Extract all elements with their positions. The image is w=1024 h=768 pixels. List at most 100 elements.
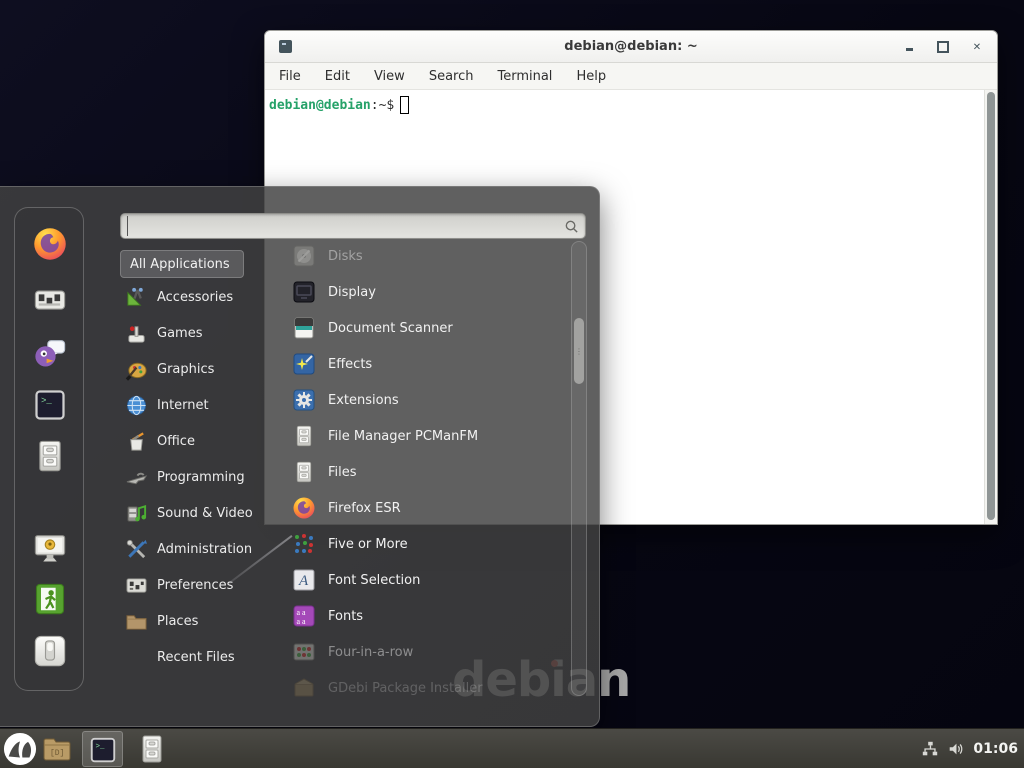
lock-screen-icon[interactable] — [32, 530, 68, 566]
prompt-suffix: :~$ — [371, 98, 394, 113]
application-menu: >_ All Applications Accessories Games Gr… — [0, 186, 600, 727]
app-item-fonts[interactable]: a aa a Fonts — [282, 598, 570, 634]
volume-icon[interactable] — [947, 740, 965, 758]
svg-text:>_: >_ — [96, 743, 106, 751]
menu-file[interactable]: File — [279, 69, 301, 84]
app-item-four-in-a-row[interactable]: Four-in-a-row — [282, 634, 570, 670]
menu-button[interactable] — [3, 732, 37, 766]
close-icon[interactable]: ✕ — [971, 41, 983, 53]
svg-text:A: A — [298, 573, 309, 589]
apps-scrollbar-thumb[interactable]: ⋮ — [574, 318, 584, 384]
menu-edit[interactable]: Edit — [325, 69, 350, 84]
app-label: Font Selection — [328, 573, 420, 588]
category-sound-video[interactable]: Sound & Video — [120, 495, 272, 531]
app-label: Display — [328, 285, 376, 300]
category-games[interactable]: Games — [120, 315, 272, 351]
category-label: Internet — [157, 398, 209, 413]
file-cabinet-icon — [136, 733, 168, 765]
terminal-title: debian@debian: ~ — [265, 39, 997, 54]
menu-search[interactable]: Search — [429, 69, 474, 84]
category-programming[interactable]: Programming — [120, 459, 272, 495]
category-label: Places — [157, 614, 198, 629]
terminal-icon: >_ — [88, 735, 118, 765]
category-places[interactable]: Places — [120, 603, 272, 639]
category-label: Games — [157, 326, 202, 341]
app-label: Firefox ESR — [328, 501, 401, 516]
terminal-scrollbar-thumb[interactable] — [987, 92, 995, 520]
category-label: Programming — [157, 470, 245, 485]
preferences-icon — [125, 574, 148, 597]
app-item-gdebi[interactable]: GDebi Package Installer — [282, 670, 570, 706]
log-out-icon[interactable] — [32, 581, 68, 617]
app-label: Extensions — [328, 393, 399, 408]
clock[interactable]: 01:06 — [973, 741, 1018, 757]
terminal-cursor — [400, 96, 409, 114]
category-internet[interactable]: Internet — [120, 387, 272, 423]
terminal-titlebar[interactable]: debian@debian: ~ ✕ — [265, 31, 997, 63]
all-applications-label: All Applications — [130, 257, 230, 272]
firefox-favorite-icon[interactable] — [32, 226, 68, 262]
minimize-icon[interactable] — [903, 41, 915, 53]
svg-text:[D]: [D] — [50, 749, 64, 758]
app-item-firefox-esr[interactable]: Firefox ESR — [282, 490, 570, 526]
programming-icon — [125, 466, 148, 489]
app-item-disks[interactable]: Disks — [282, 238, 570, 274]
svg-text:>_: >_ — [41, 396, 52, 406]
app-label: Effects — [328, 357, 372, 372]
menu-terminal[interactable]: Terminal — [497, 69, 552, 84]
search-input[interactable] — [127, 216, 564, 236]
category-label: Sound & Video — [157, 506, 253, 521]
accessories-icon — [125, 286, 148, 309]
terminal-launcher-active[interactable]: >_ — [82, 731, 123, 767]
file-cabinet-icon — [292, 460, 316, 484]
file-manager-folder-launcher[interactable]: [D] — [41, 733, 73, 765]
app-label: Document Scanner — [328, 321, 453, 336]
network-icon[interactable] — [921, 740, 939, 758]
shut-down-icon[interactable] — [32, 633, 68, 669]
category-graphics[interactable]: Graphics — [120, 351, 272, 387]
category-recent-files[interactable]: Recent Files — [120, 639, 272, 675]
svg-text:a a: a a — [297, 617, 307, 626]
pidgin-icon[interactable] — [32, 335, 68, 371]
app-item-font-selection[interactable]: A Font Selection — [282, 562, 570, 598]
fonts-icon: a aa a — [292, 604, 316, 628]
category-office[interactable]: Office — [120, 423, 272, 459]
administration-icon — [125, 538, 148, 561]
file-cabinet-launcher[interactable] — [136, 733, 168, 765]
file-manager-favorite-icon[interactable] — [32, 438, 68, 474]
category-preferences[interactable]: Preferences — [120, 567, 272, 603]
terminal-window-icon — [279, 40, 292, 53]
games-icon — [125, 322, 148, 345]
menu-search-box — [120, 213, 586, 239]
firefox-icon — [292, 496, 316, 520]
file-cabinet-icon — [292, 424, 316, 448]
app-item-five-or-more[interactable]: Five or More — [282, 526, 570, 562]
terminal-menubar: File Edit View Search Terminal Help — [265, 63, 997, 90]
menu-help[interactable]: Help — [576, 69, 606, 84]
input-settings-icon[interactable] — [32, 282, 68, 318]
category-administration[interactable]: Administration — [120, 531, 272, 567]
app-item-extensions[interactable]: Extensions — [282, 382, 570, 418]
app-label: Fonts — [328, 609, 363, 624]
menu-view[interactable]: View — [374, 69, 405, 84]
app-label: Five or More — [328, 537, 408, 552]
app-item-document-scanner[interactable]: Document Scanner — [282, 310, 570, 346]
terminal-favorite-icon[interactable]: >_ — [32, 387, 68, 423]
document-scanner-icon — [292, 316, 316, 340]
five-or-more-icon — [292, 532, 316, 556]
disks-icon — [292, 244, 316, 268]
gdebi-package-icon — [292, 676, 316, 700]
terminal-scrollbar[interactable] — [984, 90, 997, 524]
app-item-files[interactable]: Files — [282, 454, 570, 490]
app-item-display[interactable]: Display — [282, 274, 570, 310]
apps-scrollbar[interactable]: ⋮ — [571, 241, 587, 696]
app-item-effects[interactable]: Effects — [282, 346, 570, 382]
extensions-icon — [292, 388, 316, 412]
app-label: Disks — [328, 249, 363, 264]
maximize-icon[interactable] — [937, 41, 949, 53]
all-applications-button[interactable]: All Applications — [120, 250, 244, 278]
category-accessories[interactable]: Accessories — [120, 279, 272, 315]
prompt-user-host: debian@debian — [269, 98, 371, 113]
app-item-file-manager-pcmanfm[interactable]: File Manager PCManFM — [282, 418, 570, 454]
app-label: Files — [328, 465, 357, 480]
